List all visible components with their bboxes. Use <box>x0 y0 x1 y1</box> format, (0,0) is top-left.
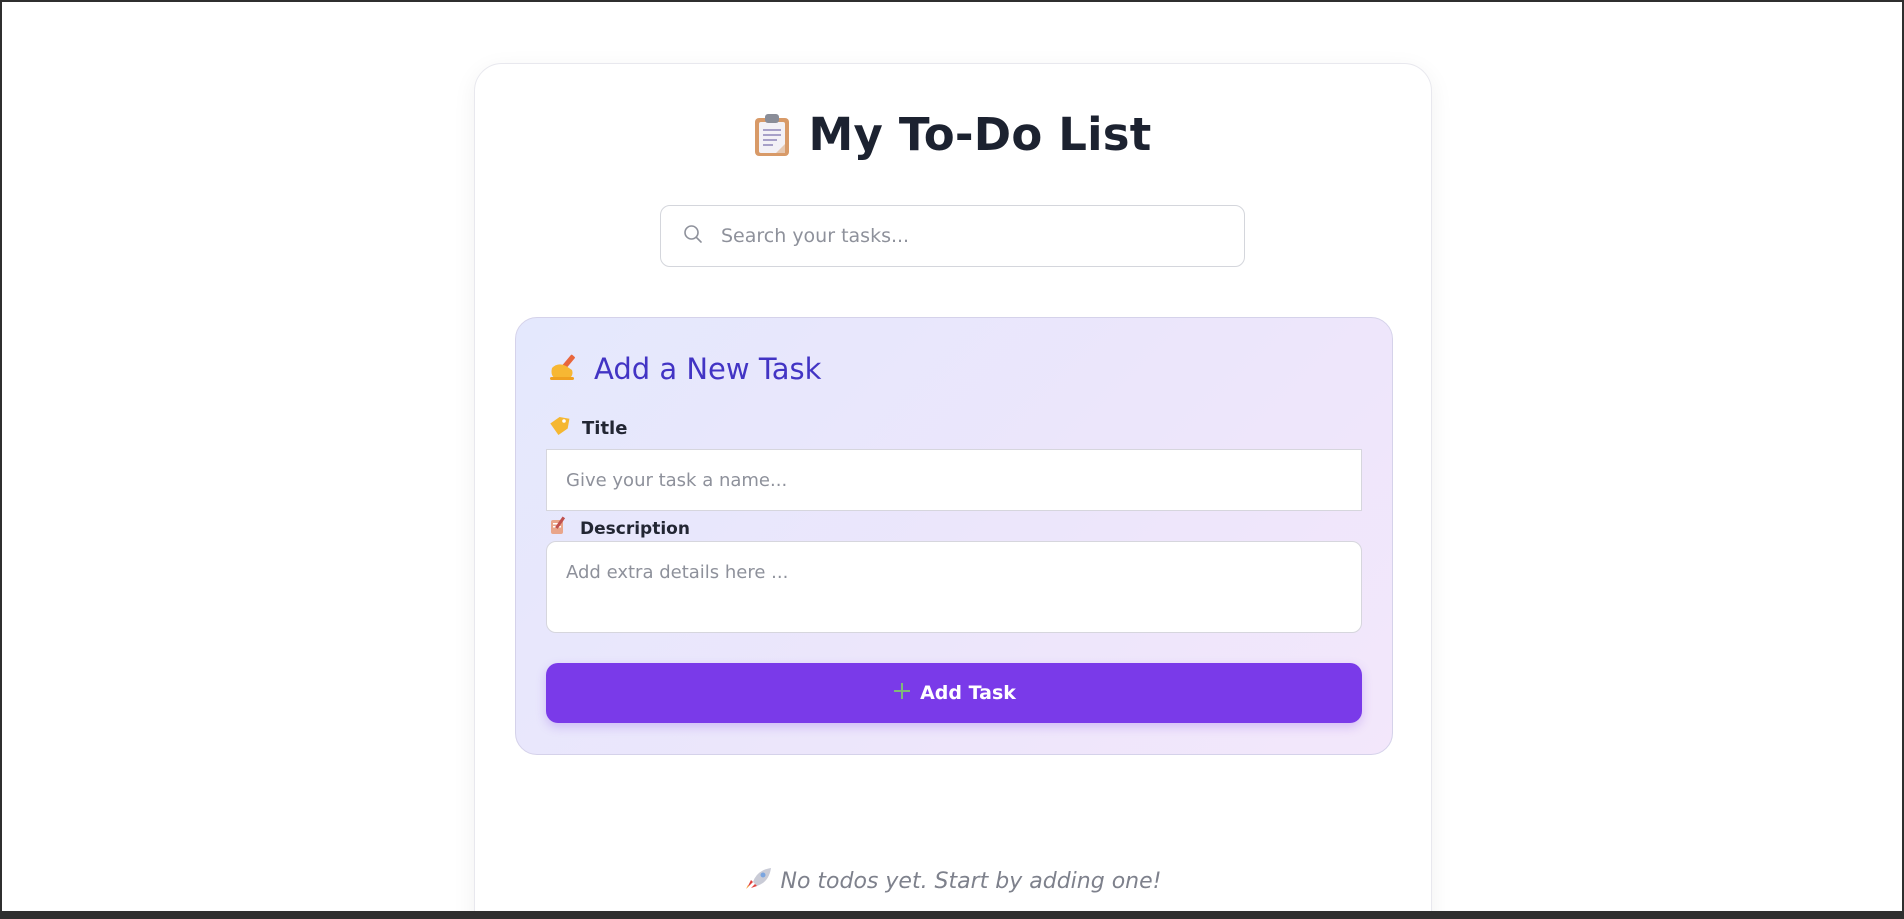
plus-icon <box>892 681 912 706</box>
add-task-heading: Add a New Task <box>548 352 821 386</box>
description-label: Description <box>548 516 690 541</box>
title-label: Title <box>548 416 627 441</box>
title-input[interactable] <box>546 449 1362 511</box>
search-input[interactable] <box>719 224 1203 248</box>
rocket-icon <box>745 866 773 896</box>
memo-icon <box>548 516 568 541</box>
empty-state-message: No todos yet. Start by adding one! <box>780 868 1162 894</box>
add-task-button[interactable]: Add Task <box>546 663 1362 723</box>
writing-hand-icon <box>548 352 582 386</box>
todo-card: My To-Do List Add a New <box>474 63 1432 911</box>
page-header: My To-Do List <box>475 108 1431 161</box>
add-task-button-label: Add Task <box>920 682 1016 704</box>
description-label-text: Description <box>580 518 690 539</box>
tag-icon <box>548 416 570 441</box>
title-label-text: Title <box>582 418 628 439</box>
search-box[interactable] <box>660 205 1245 267</box>
clipboard-icon <box>754 113 790 157</box>
browser-viewport: My To-Do List Add a New <box>0 0 1904 919</box>
search-icon <box>683 224 703 248</box>
description-input[interactable] <box>546 541 1362 633</box>
add-task-heading-text: Add a New Task <box>594 352 822 386</box>
page-title: My To-Do List <box>808 108 1152 161</box>
empty-state: No todos yet. Start by adding one! <box>475 866 1431 896</box>
add-task-panel: Add a New Task Title Give your task a na… <box>515 317 1393 755</box>
